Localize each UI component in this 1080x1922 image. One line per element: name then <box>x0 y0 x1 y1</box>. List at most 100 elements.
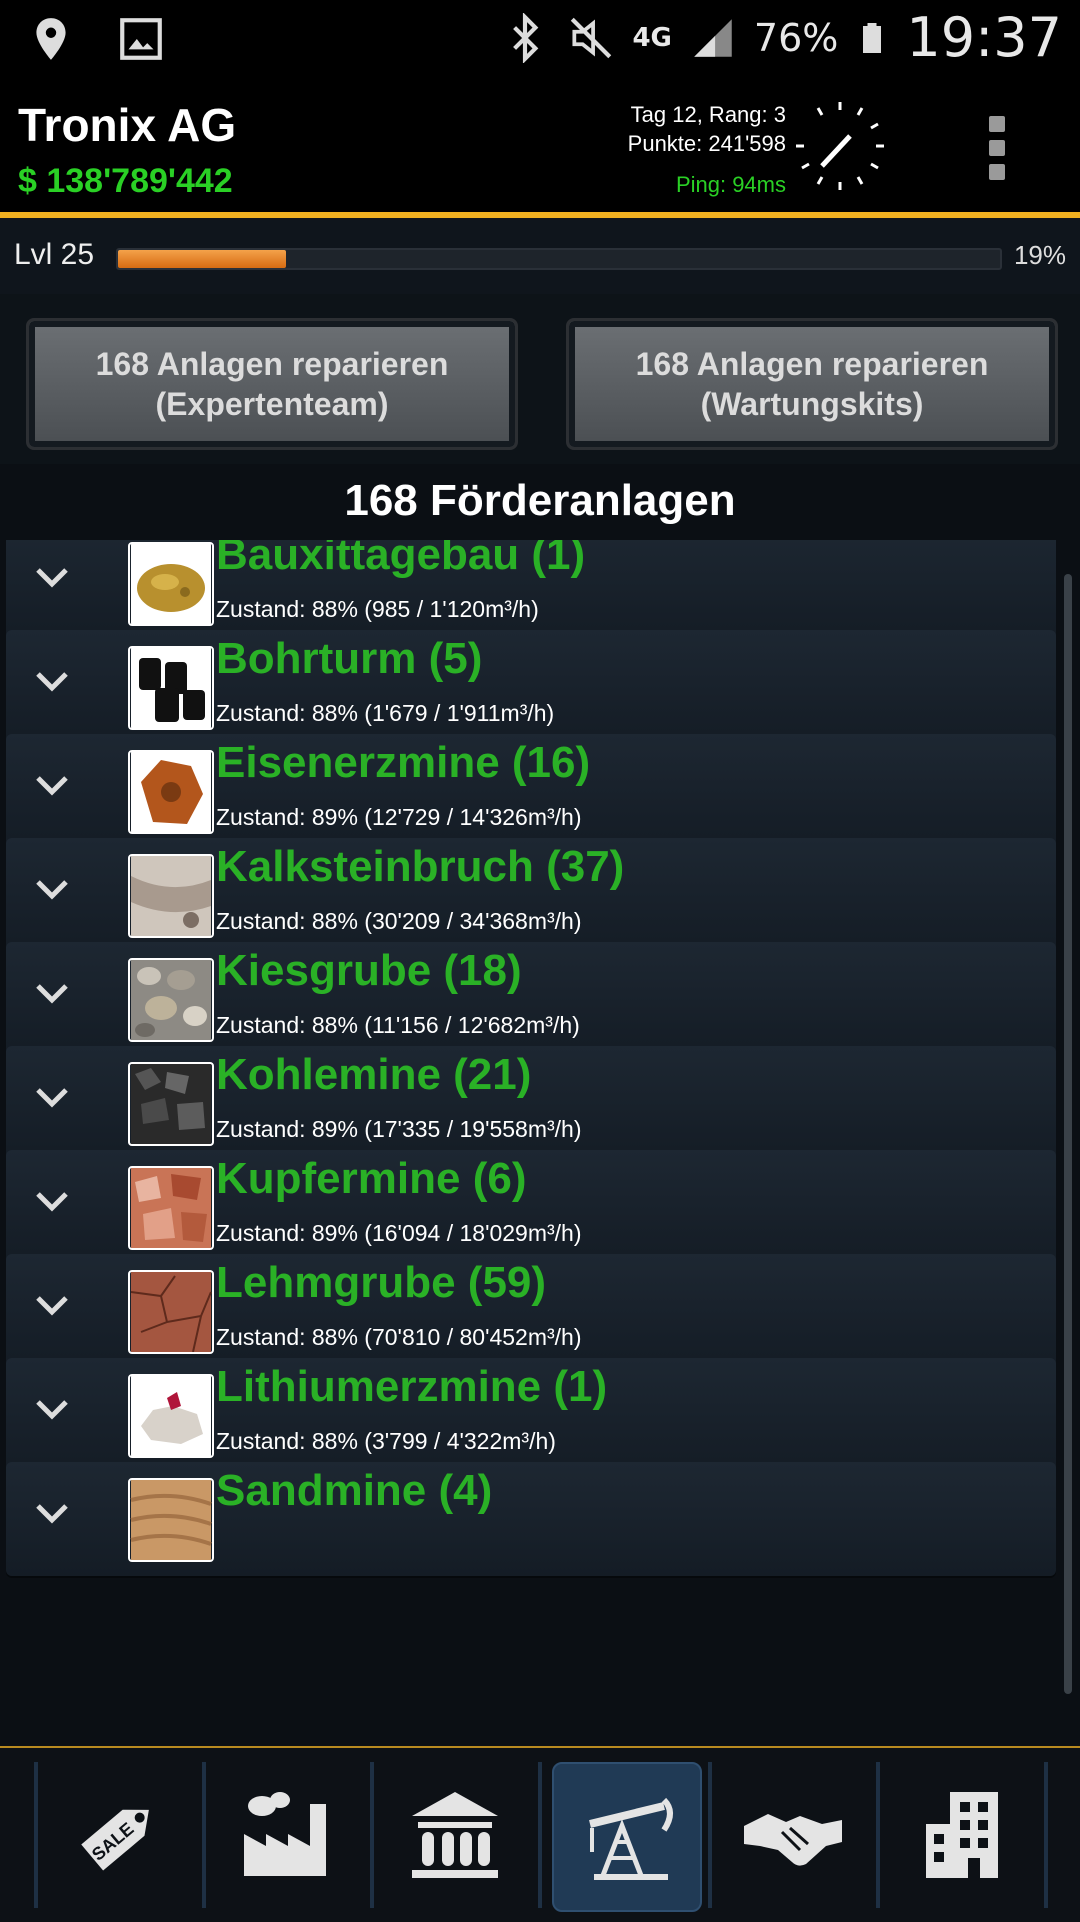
chevron-down-icon[interactable] <box>28 968 76 1016</box>
level-row: Lvl 25 19% <box>0 218 1080 294</box>
copper-thumbnail <box>128 1166 214 1250</box>
action-area: 168 Anlagen reparieren (Expertenteam) 16… <box>0 294 1080 464</box>
chevron-down-icon[interactable] <box>28 1488 76 1536</box>
list-item[interactable]: Lehmgrube (59) Zustand: 88% (70'810 / 80… <box>6 1254 1056 1368</box>
nav-separator <box>708 1762 712 1908</box>
gallery-icon <box>120 18 162 60</box>
item-name: Kalksteinbruch (37) <box>216 842 625 891</box>
list-item[interactable]: Eisenerzmine (16) Zustand: 89% (12'729 /… <box>6 734 1056 848</box>
item-name: Lithiumerzmine (1) <box>216 1362 608 1411</box>
lithium-ore-thumbnail <box>128 1374 214 1458</box>
factory-icon <box>244 1792 326 1876</box>
repair-expert-label-line2: (Expertenteam) <box>155 386 389 422</box>
chevron-down-icon[interactable] <box>28 1280 76 1328</box>
app-header: Tronix AG $ 138'789'442 Tag 12, Rang: 3 … <box>0 78 1080 218</box>
gravel-thumbnail <box>128 958 214 1042</box>
bluetooth-icon <box>513 12 539 63</box>
chevron-down-icon[interactable] <box>28 760 76 808</box>
list-item[interactable]: Bauxittagebau (1) Zustand: 88% (985 / 1'… <box>6 540 1056 640</box>
sand-thumbnail <box>128 1478 214 1562</box>
iron-ore-thumbnail <box>128 750 214 834</box>
points: Punkte: 241'598 <box>627 131 786 156</box>
chevron-down-icon[interactable] <box>28 656 76 704</box>
bottom-navigation: SALE <box>0 1746 1080 1922</box>
network-type: 4G <box>632 22 672 53</box>
nav-separator <box>538 1762 542 1908</box>
repair-expert-label-line1: 168 Anlagen reparieren <box>95 346 449 382</box>
ping: Ping: 94ms <box>675 172 786 197</box>
tab-sale[interactable]: SALE <box>46 1762 192 1908</box>
game-stats: Tag 12, Rang: 3 Punkte: 241'598 Ping: 94… <box>600 100 786 199</box>
list-item[interactable]: Kiesgrube (18) Zustand: 88% (11'156 / 12… <box>6 942 1056 1056</box>
nav-separator <box>1044 1762 1048 1908</box>
list-item[interactable]: Lithiumerzmine (1) Zustand: 88% (3'799 /… <box>6 1358 1056 1472</box>
clock-time: 19:37 <box>906 6 1062 69</box>
repair-kits-button[interactable]: 168 Anlagen reparieren (Wartungskits) <box>566 318 1058 450</box>
tab-trade[interactable] <box>720 1762 866 1908</box>
xp-progress-bar <box>116 248 1002 270</box>
list-item[interactable]: Kohlemine (21) Zustand: 89% (17'335 / 19… <box>6 1046 1056 1160</box>
battery-percent: 76% <box>753 15 839 60</box>
tab-company[interactable] <box>888 1762 1034 1908</box>
coal-thumbnail <box>128 1062 214 1146</box>
nav-separator <box>34 1762 38 1908</box>
item-status: Zustand: 88% (985 / 1'120m³/h) <box>216 596 539 622</box>
list-item[interactable]: Bohrturm (5) Zustand: 88% (1'679 / 1'911… <box>6 630 1056 744</box>
item-status: Zustand: 88% (30'209 / 34'368m³/h) <box>216 908 582 934</box>
repair-expert-button[interactable]: 168 Anlagen reparieren (Expertenteam) <box>26 318 518 450</box>
chevron-down-icon[interactable] <box>28 1384 76 1432</box>
oil-barrels-thumbnail <box>128 646 214 730</box>
item-name: Eisenerzmine (16) <box>216 738 591 787</box>
item-name: Kohlemine (21) <box>216 1050 532 1099</box>
signal-icon <box>694 18 732 57</box>
item-name: Kupfermine (6) <box>216 1154 527 1203</box>
tab-production[interactable] <box>214 1762 360 1908</box>
item-status: Zustand: 88% (3'799 / 4'322m³/h) <box>216 1428 556 1454</box>
sale-tag-icon: SALE <box>81 1809 149 1871</box>
company-name: Tronix AG <box>18 99 237 151</box>
bauxite-thumbnail <box>128 542 214 626</box>
menu-dot <box>989 116 1005 132</box>
office-building-icon <box>926 1792 998 1878</box>
battery-icon <box>863 22 882 53</box>
xp-progress-fill <box>118 250 286 268</box>
item-status: Zustand: 88% (70'810 / 80'452m³/h) <box>216 1324 582 1350</box>
list-title: 168 Förderanlagen <box>344 476 736 525</box>
xp-percent: 19% <box>1013 240 1066 270</box>
tab-extraction[interactable] <box>552 1762 702 1912</box>
status-bar: 4G 76% 19:37 <box>0 0 1080 78</box>
list-item[interactable]: Sandmine (4) <box>6 1462 1056 1576</box>
item-name: Kiesgrube (18) <box>216 946 522 995</box>
chevron-down-icon[interactable] <box>28 1176 76 1224</box>
item-status: Zustand: 89% (16'094 / 18'029m³/h) <box>216 1220 582 1246</box>
list-item[interactable]: Kupfermine (6) Zustand: 89% (16'094 / 18… <box>6 1150 1056 1264</box>
menu-dot <box>989 140 1005 156</box>
item-name: Lehmgrube (59) <box>216 1258 547 1307</box>
mute-icon <box>571 17 612 58</box>
overflow-menu-button[interactable] <box>984 116 1010 180</box>
item-status: Zustand: 89% (17'335 / 19'558m³/h) <box>216 1116 582 1142</box>
item-name: Sandmine (4) <box>216 1466 493 1515</box>
oil-pump-icon <box>589 1797 673 1880</box>
item-status: Zustand: 88% (11'156 / 12'682m³/h) <box>216 1012 580 1038</box>
item-status: Zustand: 89% (12'729 / 14'326m³/h) <box>216 804 582 830</box>
level-label: Lvl 25 <box>14 238 95 271</box>
repair-kits-label-line2: (Wartungskits) <box>700 386 924 422</box>
location-icon <box>36 18 66 60</box>
money-balance: $ 138'789'442 <box>18 162 233 200</box>
clay-thumbnail <box>128 1270 214 1354</box>
nav-separator <box>202 1762 206 1908</box>
chevron-down-icon[interactable] <box>28 864 76 912</box>
item-name: Bohrturm (5) <box>216 634 483 683</box>
handshake-icon <box>744 1814 842 1866</box>
list-scrollbar[interactable] <box>1064 574 1072 1694</box>
chevron-down-icon[interactable] <box>28 1072 76 1120</box>
item-name: Bauxittagebau (1) <box>216 540 586 579</box>
chevron-down-icon[interactable] <box>28 552 76 600</box>
facility-list[interactable]: Bauxittagebau (1) Zustand: 88% (985 / 1'… <box>0 540 1064 1746</box>
menu-dot <box>989 164 1005 180</box>
tab-bank[interactable] <box>382 1762 528 1908</box>
list-item[interactable]: Kalksteinbruch (37) Zustand: 88% (30'209… <box>6 838 1056 952</box>
day-rank: Tag 12, Rang: 3 <box>630 102 786 127</box>
nav-separator <box>370 1762 374 1908</box>
